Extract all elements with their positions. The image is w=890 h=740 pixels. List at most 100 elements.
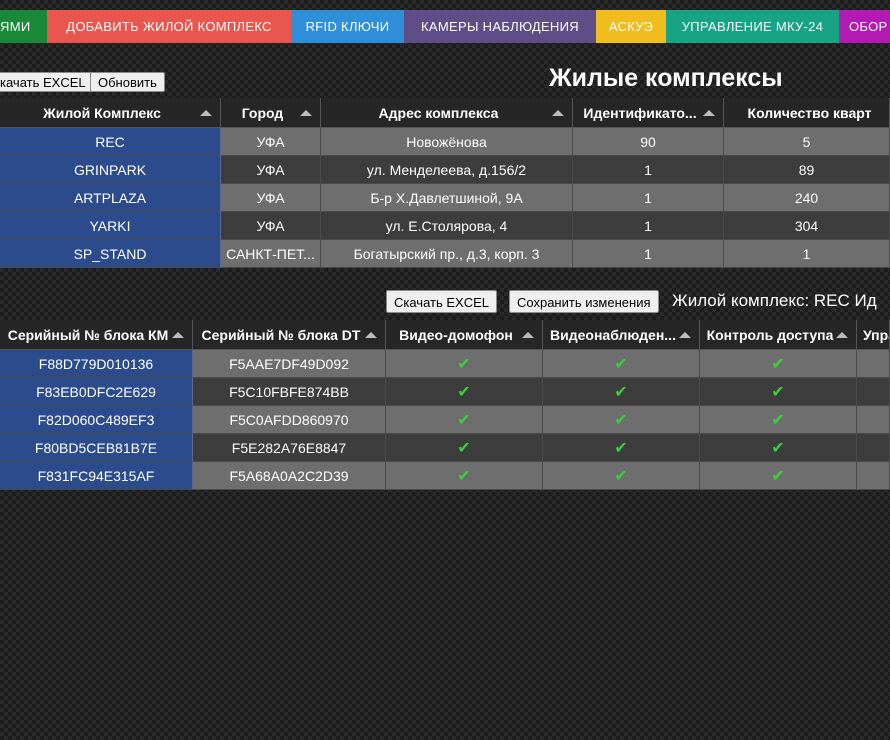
- table-row[interactable]: F88D779D010136 F5AAE7DF49D092 ✔ ✔ ✔: [0, 350, 890, 378]
- cell-serial-dt: F5C0AFDD860970: [193, 406, 386, 434]
- cell-address: ул. Е.Столярова, 4: [321, 212, 573, 240]
- column-header-label: Жилой Комплекс: [43, 105, 161, 121]
- cell-access-control[interactable]: ✔: [700, 378, 857, 406]
- cell-apartments: 89: [724, 156, 890, 184]
- checkmark-icon: ✔: [457, 356, 471, 373]
- selected-complex-label: Жилой комплекс: REC Ид: [672, 291, 877, 310]
- nav-tab-askue[interactable]: АСКУЭ: [596, 10, 666, 43]
- cell-video-surveillance[interactable]: ✔: [543, 350, 700, 378]
- cell-management[interactable]: [857, 406, 890, 434]
- cell-video-surveillance[interactable]: ✔: [543, 406, 700, 434]
- cell-serial-dt: F5C10FBFE874BB: [193, 378, 386, 406]
- cell-management[interactable]: [857, 378, 890, 406]
- column-header-serial-km[interactable]: Серийный № блока КМ: [0, 320, 193, 350]
- nav-tab-cameras[interactable]: КАМЕРЫ НАБЛЮДЕНИЯ: [404, 10, 596, 43]
- cell-video-surveillance[interactable]: ✔: [543, 378, 700, 406]
- column-header-label: Идентификато...: [583, 105, 697, 121]
- cell-serial-dt: F5AAE7DF49D092: [193, 350, 386, 378]
- table-row[interactable]: YARKI УФА ул. Е.Столярова, 4 1 304: [0, 212, 890, 240]
- column-header-identifier[interactable]: Идентификато...: [573, 98, 724, 128]
- download-excel-button[interactable]: качать EXCEL: [0, 72, 94, 92]
- column-header-serial-dt[interactable]: Серийный № блока DT: [193, 320, 386, 350]
- cell-apartments: 240: [724, 184, 890, 212]
- column-header-address[interactable]: Адрес комплекса: [321, 98, 573, 128]
- checkmark-icon: ✔: [771, 468, 785, 485]
- cell-address: Богатырский пр., д.3, корп. 3: [321, 240, 573, 268]
- sort-arrow-icon[interactable]: [172, 332, 184, 338]
- cell-address: ул. Менделеева, д.156/2: [321, 156, 573, 184]
- cell-identifier: 1: [573, 240, 724, 268]
- cell-video-surveillance[interactable]: ✔: [543, 462, 700, 490]
- column-header-label: Упра: [863, 327, 889, 343]
- column-header-label: Видеонаблюден...: [550, 327, 676, 343]
- column-header-label: Видео-домофон: [399, 327, 513, 343]
- complexes-header-row: Жилой Комплекс Город Адрес комплекса Иде…: [0, 98, 890, 128]
- nav-tab-mku24[interactable]: УПРАВЛЕНИЕ МКУ-24: [666, 10, 839, 43]
- cell-video-intercom[interactable]: ✔: [386, 378, 543, 406]
- download-excel-button-2[interactable]: Скачать EXCEL: [386, 290, 497, 313]
- cell-access-control[interactable]: ✔: [700, 406, 857, 434]
- sort-arrow-icon[interactable]: [200, 110, 212, 116]
- cell-video-surveillance[interactable]: ✔: [543, 434, 700, 462]
- column-header-video-surveillance[interactable]: Видеонаблюден...: [543, 320, 700, 350]
- checkmark-icon: ✔: [614, 412, 628, 429]
- checkmark-icon: ✔: [614, 440, 628, 457]
- nav-tab-equipment[interactable]: ОБОР: [839, 10, 890, 43]
- cell-city: УФА: [221, 184, 321, 212]
- sort-arrow-icon[interactable]: [552, 110, 564, 116]
- cell-video-intercom[interactable]: ✔: [386, 462, 543, 490]
- sort-arrow-icon[interactable]: [703, 110, 715, 116]
- cell-identifier: 1: [573, 156, 724, 184]
- blocks-header-row: Серийный № блока КМ Серийный № блока DT …: [0, 320, 890, 350]
- column-header-apartments[interactable]: Количество кварт: [724, 98, 890, 128]
- cell-access-control[interactable]: ✔: [700, 462, 857, 490]
- table-row[interactable]: SP_STAND САНКТ-ПЕТ... Богатырский пр., д.3…: [0, 240, 890, 268]
- sort-arrow-icon[interactable]: [365, 332, 377, 338]
- column-header-city[interactable]: Город: [221, 98, 321, 128]
- cell-video-intercom[interactable]: ✔: [386, 434, 543, 462]
- nav-tab-rfid-keys[interactable]: RFID КЛЮЧИ: [291, 10, 404, 43]
- top-nav: ЯМИ ДОБАВИТЬ ЖИЛОЙ КОМПЛЕКС RFID КЛЮЧИ К…: [0, 10, 890, 43]
- sort-arrow-icon[interactable]: [679, 332, 691, 338]
- cell-apartments: 1: [724, 240, 890, 268]
- cell-identifier: 1: [573, 212, 724, 240]
- cell-video-intercom[interactable]: ✔: [386, 350, 543, 378]
- cell-video-intercom[interactable]: ✔: [386, 406, 543, 434]
- column-header-video-intercom[interactable]: Видео-домофон: [386, 320, 543, 350]
- page-title: Жилые комплексы: [549, 64, 783, 92]
- table-row[interactable]: GRINPARK УФА ул. Менделеева, д.156/2 1 89: [0, 156, 890, 184]
- cell-serial-km: F88D779D010136: [0, 350, 193, 378]
- cell-serial-km: F80BD5CEB81B7E: [0, 434, 193, 462]
- table-row[interactable]: F80BD5CEB81B7E F5E282A76E8847 ✔ ✔ ✔: [0, 434, 890, 462]
- sort-arrow-icon[interactable]: [522, 332, 534, 338]
- cell-city: САНКТ-ПЕТ...: [221, 240, 321, 268]
- checkmark-icon: ✔: [614, 356, 628, 373]
- checkmark-icon: ✔: [614, 468, 628, 485]
- checkmark-icon: ✔: [771, 384, 785, 401]
- column-header-management[interactable]: Упра: [857, 320, 890, 350]
- save-changes-button[interactable]: Сохранить изменения: [509, 290, 659, 313]
- sort-arrow-icon[interactable]: [836, 332, 848, 338]
- cell-access-control[interactable]: ✔: [700, 350, 857, 378]
- sort-arrow-icon[interactable]: [300, 110, 312, 116]
- nav-tab-add-complex[interactable]: ДОБАВИТЬ ЖИЛОЙ КОМПЛЕКС: [47, 10, 291, 43]
- cell-complex: REC: [0, 128, 221, 156]
- column-header-complex[interactable]: Жилой Комплекс: [0, 98, 221, 128]
- cell-access-control[interactable]: ✔: [700, 434, 857, 462]
- table-row[interactable]: F83EB0DFC2E629 F5C10FBFE874BB ✔ ✔ ✔: [0, 378, 890, 406]
- cell-identifier: 90: [573, 128, 724, 156]
- column-header-access-control[interactable]: Контроль доступа: [700, 320, 857, 350]
- table-row[interactable]: F831FC94E315AF F5A68A0A2C2D39 ✔ ✔ ✔: [0, 462, 890, 490]
- cell-management[interactable]: [857, 434, 890, 462]
- table-row[interactable]: REC УФА Новожёнова 90 5: [0, 128, 890, 156]
- column-header-label: Серийный № блока КМ: [7, 327, 169, 343]
- cell-address: Новожёнова: [321, 128, 573, 156]
- cell-serial-km: F82D060C489EF3: [0, 406, 193, 434]
- cell-management[interactable]: [857, 350, 890, 378]
- cell-management[interactable]: [857, 462, 890, 490]
- table-row[interactable]: ARTPLAZA УФА Б-р Х.Давлетшиной, 9А 1 240: [0, 184, 890, 212]
- nav-tab-partial[interactable]: ЯМИ: [0, 10, 47, 43]
- refresh-button[interactable]: Обновить: [90, 72, 165, 92]
- table-row[interactable]: F82D060C489EF3 F5C0AFDD860970 ✔ ✔ ✔: [0, 406, 890, 434]
- checkmark-icon: ✔: [457, 412, 471, 429]
